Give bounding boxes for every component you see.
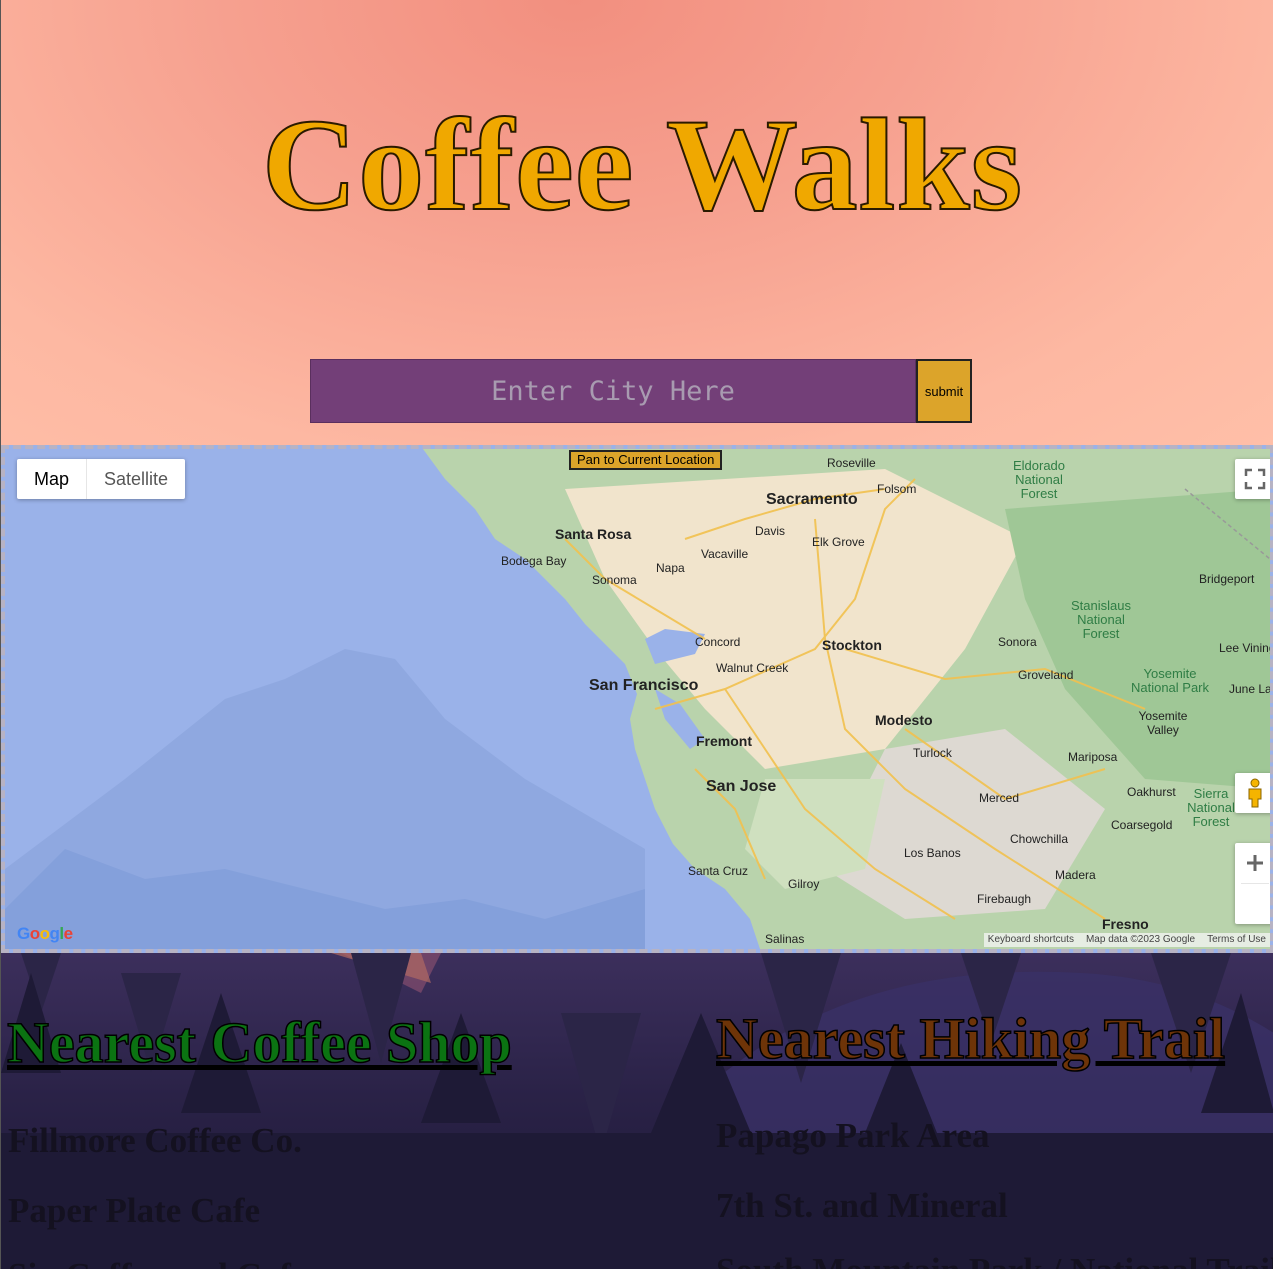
map-widget[interactable]: Roseville Folsom Eldorado National Fores… [1, 445, 1273, 953]
map-label: Concord [695, 635, 741, 649]
map-attribution: Keyboard shortcuts Map data ©2023 Google… [983, 933, 1270, 947]
fullscreen-icon [1244, 468, 1266, 490]
map-label: Santa Rosa [555, 526, 632, 542]
map-label: Madera [1055, 868, 1096, 882]
coffee-shop-item[interactable]: Fillmore Coffee Co. [8, 1121, 302, 1161]
zoom-controls [1235, 843, 1270, 924]
map-label: Modesto [875, 712, 933, 728]
map-type-toggle: Map Satellite [17, 459, 186, 499]
map-label: Oakhurst [1127, 785, 1176, 799]
map-label: Merced [979, 791, 1020, 805]
map-label: Mariposa [1068, 750, 1118, 764]
map-label: Elk Grove [812, 535, 865, 549]
map-label: Stockton [822, 637, 882, 653]
map-label: Salinas [765, 932, 805, 946]
map-label: Firebaugh [977, 892, 1032, 906]
page-title: Coffee Walks [261, 91, 1024, 238]
map-label: Sacramento [766, 491, 858, 508]
google-logo: Google [17, 924, 73, 943]
map-label: Gilroy [788, 877, 820, 891]
map-label: Eldorado National Forest [1012, 458, 1066, 501]
zoom-out-icon [1247, 861, 1263, 865]
map-label: San Jose [706, 778, 777, 795]
map-label: Napa [656, 561, 685, 575]
map-data-credit: Map data ©2023 Google [1085, 934, 1196, 945]
trail-item[interactable]: 7th St. and Mineral [716, 1186, 1008, 1226]
map-label: Bridgeport [1199, 572, 1255, 586]
submit-button[interactable]: submit [916, 359, 972, 423]
map-label: Bodega Bay [501, 554, 567, 568]
trail-item[interactable]: South Mountain Park / National Trail [716, 1251, 1273, 1269]
coffee-shop-item[interactable]: Paper Plate Cafe [8, 1191, 260, 1231]
map-label: Davis [755, 524, 786, 538]
street-view-button[interactable] [1235, 773, 1270, 813]
map-label: Chowchilla [1010, 832, 1069, 846]
map-label: Los Banos [904, 846, 961, 860]
map-label: Turlock [913, 746, 952, 760]
map-label: Stanislaus National Forest [1071, 598, 1131, 641]
map-label: Folsom [877, 482, 917, 496]
terms-link[interactable]: Terms of Use [1207, 933, 1266, 947]
coffee-heading: Nearest Coffee Shop [6, 1009, 512, 1076]
map-label: Yosemite National Park [1130, 666, 1210, 695]
zoom-out-button[interactable] [1235, 861, 1270, 924]
map-label: Sonoma [592, 573, 637, 587]
map-label: Santa Cruz [688, 864, 749, 878]
map-label: Sierra National Forest [1187, 786, 1235, 829]
pegman-icon [1248, 778, 1262, 808]
coffee-shop-item[interactable]: Sip Coffee and Cafe [8, 1256, 306, 1269]
map-label: Yosemite Valley [1138, 709, 1188, 737]
map-label: Walnut Creek [716, 661, 789, 675]
keyboard-shortcuts-link[interactable]: Keyboard shortcuts [988, 933, 1074, 947]
map-label: Groveland [1018, 668, 1074, 682]
trail-item[interactable]: Papago Park Area [716, 1116, 990, 1156]
map-label: San Francisco [589, 677, 699, 694]
results-section: Nearest Coffee Shop Fillmore Coffee Co. … [1, 953, 1273, 1269]
map-label: Fremont [696, 733, 752, 749]
map-type-satellite-button[interactable]: Satellite [86, 459, 185, 499]
fullscreen-button[interactable] [1235, 459, 1270, 499]
hero-header: Coffee Walks submit [1, 0, 1273, 445]
pan-to-location-button[interactable]: Pan to Current Location [569, 450, 723, 470]
map-label: Lee Vining [1219, 641, 1273, 655]
city-search-input[interactable] [310, 359, 916, 423]
map-label: Fresno [1102, 916, 1149, 932]
map-label: Vacaville [701, 547, 749, 561]
map-label: Coarsegold [1111, 818, 1173, 832]
map-type-map-button[interactable]: Map [17, 459, 86, 499]
trail-heading: Nearest Hiking Trail [715, 1005, 1226, 1072]
map-label: Roseville [827, 456, 876, 470]
map-label: June Lake [1229, 682, 1272, 696]
map-label: Sonora [998, 635, 1037, 649]
